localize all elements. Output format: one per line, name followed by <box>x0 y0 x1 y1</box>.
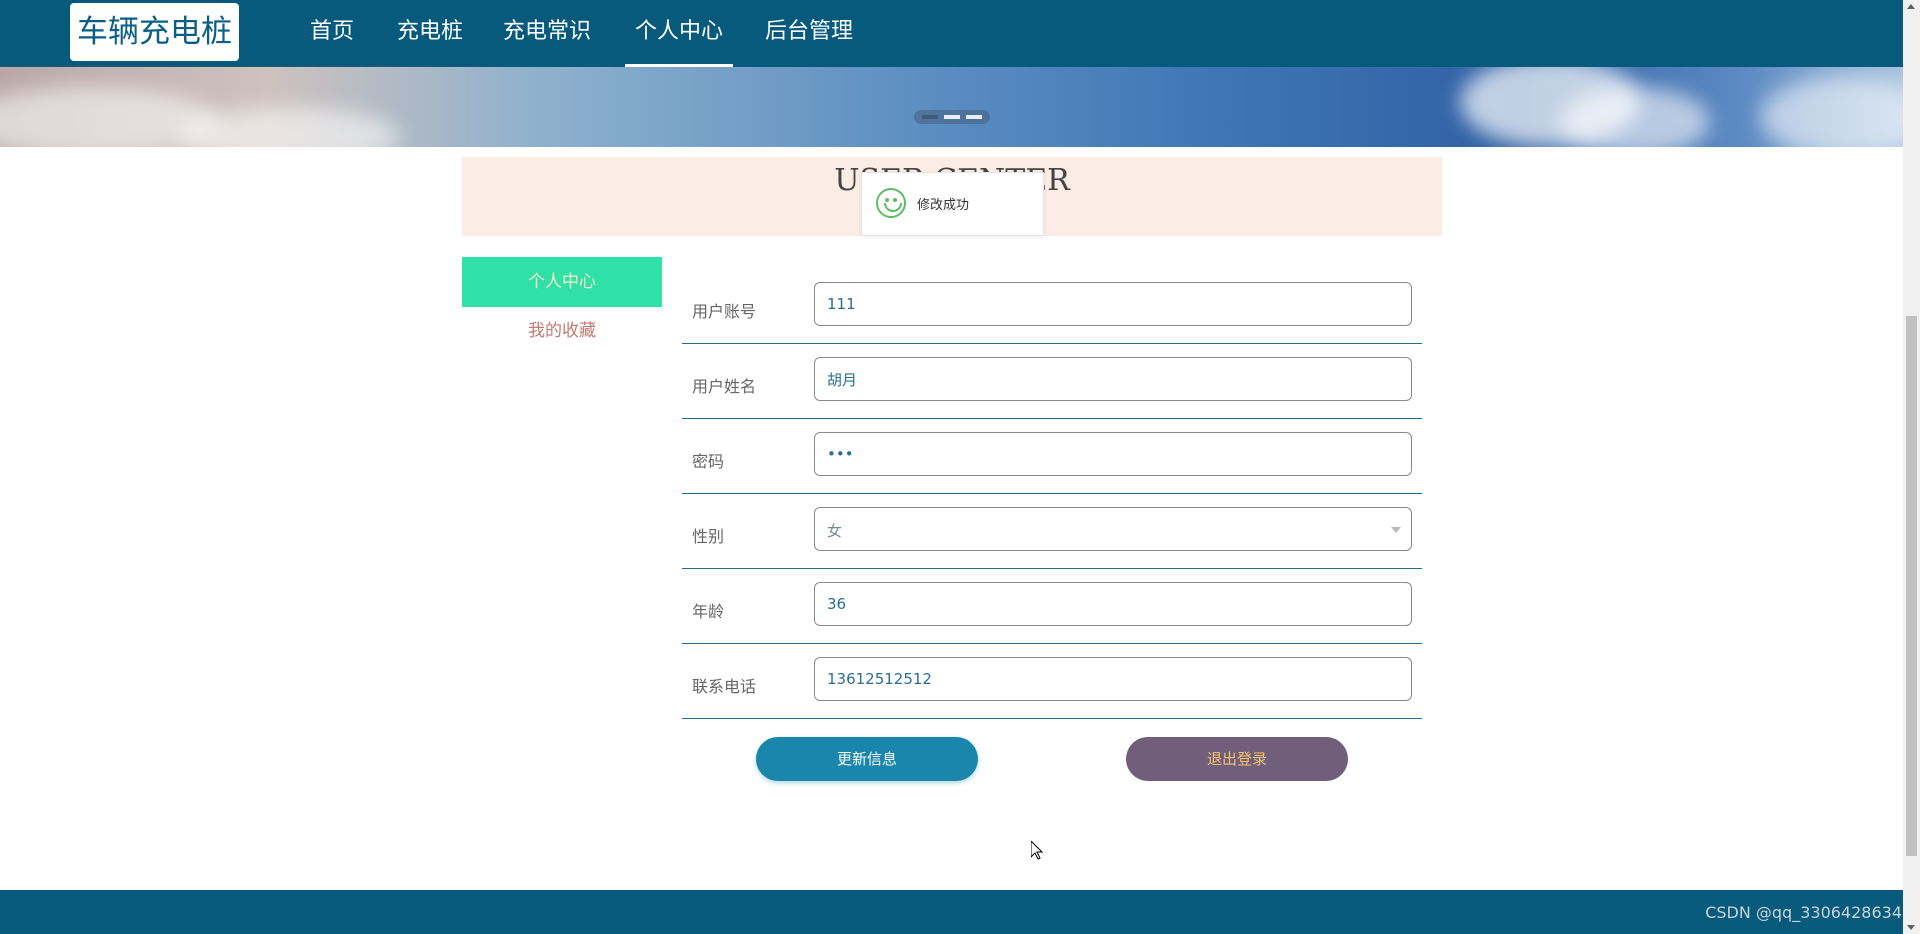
site-logo[interactable]: 车辆充电桩 <box>70 3 239 61</box>
carousel-dot-3[interactable] <box>966 115 982 119</box>
nav-item-admin[interactable]: 后台管理 <box>764 0 854 67</box>
gender-select[interactable]: 女 <box>814 507 1412 551</box>
side-menu-favorites[interactable]: 我的收藏 <box>462 306 662 356</box>
fullname-label: 用户姓名 <box>692 377 757 396</box>
update-info-button[interactable]: 更新信息 <box>756 737 978 781</box>
banner-carousel <box>0 67 1903 147</box>
mouse-cursor-icon <box>1031 841 1043 860</box>
page-scrollbar[interactable] <box>1903 0 1920 934</box>
scroll-up-arrow-icon[interactable] <box>1907 4 1915 9</box>
gender-value: 女 <box>827 522 843 540</box>
smile-icon <box>876 188 906 218</box>
footer <box>0 890 1903 934</box>
carousel-indicators <box>914 110 990 124</box>
top-nav: 车辆充电桩 首页 充电桩 充电常识 个人中心 后台管理 <box>0 0 1903 67</box>
scroll-down-arrow-icon[interactable] <box>1907 925 1915 930</box>
form-row-phone: 联系电话 <box>682 644 1422 719</box>
age-input[interactable] <box>814 582 1412 626</box>
carousel-dot-1[interactable] <box>922 115 938 119</box>
carousel-dot-2[interactable] <box>944 115 960 119</box>
scroll-thumb[interactable] <box>1906 316 1917 856</box>
banner-cloud <box>1760 77 1903 147</box>
form-row-fullname: 用户姓名 <box>682 344 1422 419</box>
age-label: 年龄 <box>692 602 725 621</box>
watermark: CSDN @qq_3306428634 <box>1705 903 1902 922</box>
gender-label: 性别 <box>692 527 725 546</box>
form-row-username: 用户账号 <box>682 269 1422 344</box>
phone-label: 联系电话 <box>692 677 757 696</box>
side-menu-user-center[interactable]: 个人中心 <box>462 257 662 307</box>
toast-message: 修改成功 <box>917 198 970 213</box>
username-input[interactable] <box>814 282 1412 326</box>
phone-input[interactable] <box>814 657 1412 701</box>
form-row-age: 年龄 <box>682 569 1422 644</box>
username-label: 用户账号 <box>692 302 757 321</box>
nav-item-charging-piles[interactable]: 充电桩 <box>396 0 464 67</box>
form-row-password: 密码 <box>682 419 1422 494</box>
banner-cloud <box>1560 87 1710 147</box>
nav-item-charging-knowledge[interactable]: 充电常识 <box>502 0 592 67</box>
success-toast: 修改成功 <box>861 172 1044 236</box>
password-input[interactable] <box>814 432 1412 476</box>
logout-button[interactable]: 退出登录 <box>1126 737 1348 781</box>
nav-item-user-center[interactable]: 个人中心 <box>625 0 733 67</box>
form-row-gender: 性别 女 <box>682 494 1422 569</box>
nav-item-home[interactable]: 首页 <box>309 0 355 67</box>
chevron-down-icon <box>1391 527 1401 533</box>
password-label: 密码 <box>692 452 725 471</box>
fullname-input[interactable] <box>814 357 1412 401</box>
